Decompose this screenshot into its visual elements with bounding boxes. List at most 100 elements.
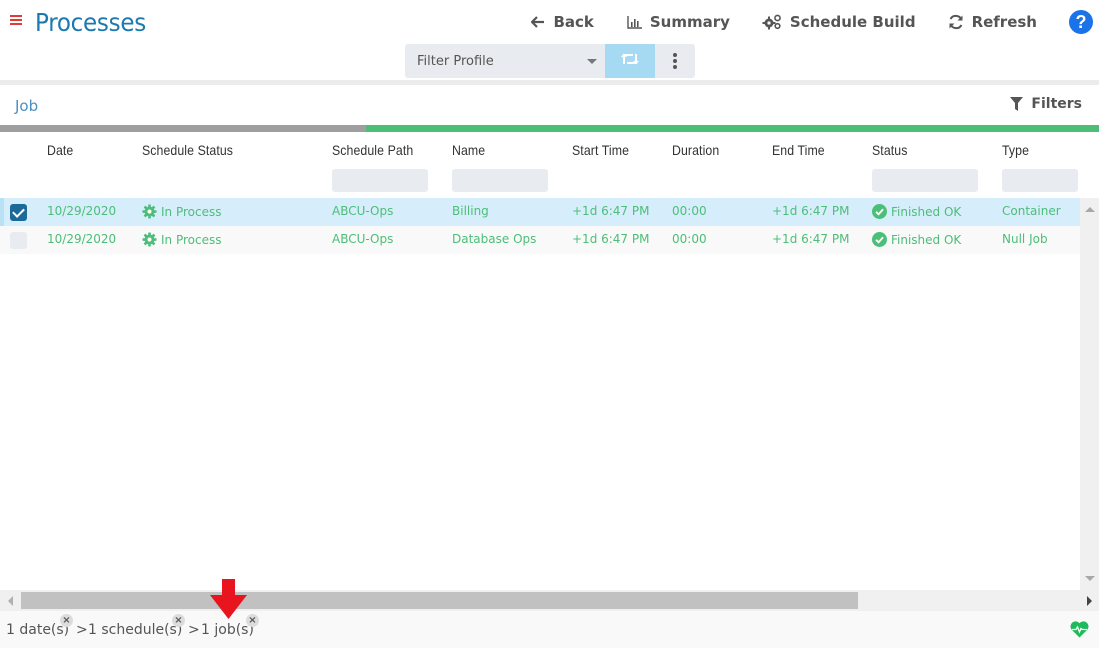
name-filter-input[interactable] [452,169,548,192]
column-header-duration[interactable]: Duration [672,142,719,158]
cell-duration-text: 00:00 [672,232,707,246]
table-row[interactable]: 10/29/2020 In Process ABCU-Ops Database Ops… [0,226,1080,254]
scroll-right-icon[interactable] [1087,596,1092,606]
toolbar: Back Summary Schedule Build Refresh ? [531,8,1099,36]
schedule-path-filter-input[interactable] [332,169,428,192]
arrow-left-icon [531,16,545,28]
type-filter-input[interactable] [1002,169,1078,192]
retweet-icon [620,52,640,71]
toggle-profile-button[interactable] [605,44,655,78]
cell-date-text: 10/29/2020 [47,204,117,218]
cell-status-text: Finished OK [891,232,962,247]
divider [0,80,1099,85]
filter-profile-bar: Filter Profile [405,44,695,78]
breadcrumb-item-schedules[interactable]: 1 schedule(s) [88,622,182,638]
gears-icon [762,14,782,30]
progress-bar [0,125,1099,132]
hamburger-menu-icon[interactable] [10,15,22,25]
cell-duration-text: 00:00 [672,204,707,218]
heartbeat-icon[interactable] [1070,621,1089,638]
cell-type-text: Null Job [1002,232,1048,246]
cell-status: Finished OK [872,232,961,247]
cell-type: Container [1002,204,1061,218]
check-circle-icon [872,204,887,219]
cell-type: Null Job [1002,232,1048,246]
status-filter-input[interactable] [872,169,978,192]
breadcrumb-item-dates[interactable]: 1 date(s) [6,622,69,638]
red-arrow-down-icon [210,579,247,619]
cell-duration: 00:00 [672,232,707,246]
schedule-build-label: Schedule Build [789,13,916,31]
vertical-scrollbar[interactable] [1080,198,1099,590]
cell-name-text: Database Ops [452,232,537,246]
column-header-schedule-status[interactable]: Schedule Status [142,142,233,158]
gear-icon [142,232,157,247]
horizontal-scrollbar[interactable] [0,590,1099,611]
cell-schedule-path: ABCU-Ops [332,232,393,246]
filter-icon [1010,97,1024,111]
back-label: Back [553,13,594,31]
back-button[interactable]: Back [531,13,594,31]
scroll-up-icon[interactable] [1085,207,1095,212]
cell-schedule-path-text: ABCU-Ops [332,204,394,218]
column-header-end-time[interactable]: End Time [772,142,825,158]
breadcrumb-item-jobs[interactable]: 1 job(s) [201,622,254,638]
cell-status-text: Finished OK [891,204,962,219]
cell-date: 10/29/2020 [47,232,116,246]
cell-duration: 00:00 [672,204,707,218]
cell-schedule-path: ABCU-Ops [332,204,393,218]
app-root: Processes Back Summary Schedule Build Re… [0,0,1099,648]
column-header-start-time[interactable]: Start Time [572,142,629,158]
remove-dates-icon[interactable]: × [60,614,73,627]
cell-start-time: +1d 6:47 PM [572,204,649,218]
progress-bar-complete [0,125,366,132]
summary-label: Summary [649,13,730,31]
cell-schedule-status-text: In Process [161,232,222,247]
column-header-type[interactable]: Type [1002,142,1029,158]
filter-profile-value: Filter Profile [417,53,494,69]
section-title: Job [15,97,39,115]
cell-start-time: +1d 6:47 PM [572,232,649,246]
column-header-status[interactable]: Status [872,142,907,158]
cell-date: 10/29/2020 [47,204,116,218]
cell-schedule-path-text: ABCU-Ops [332,232,394,246]
gear-icon [142,204,157,219]
more-vertical-icon [673,52,677,70]
row-checkbox[interactable] [10,232,27,249]
refresh-button[interactable]: Refresh [948,13,1037,31]
column-header-name[interactable]: Name [452,142,485,158]
page-title: Processes [35,8,146,37]
cell-end-time-text: +1d 6:47 PM [772,204,850,218]
cell-name: Database Ops [452,232,536,246]
more-options-button[interactable] [655,44,695,78]
cell-end-time-text: +1d 6:47 PM [772,232,850,246]
cell-type-text: Container [1002,204,1061,218]
breadcrumb-separator: > [76,622,88,638]
cell-status: Finished OK [872,204,961,219]
cell-name-text: Billing [452,204,489,218]
selection-marker [0,198,4,226]
scroll-left-icon[interactable] [8,596,13,606]
row-checkbox[interactable] [10,204,27,221]
cell-date-text: 10/29/2020 [47,232,117,246]
cell-end-time: +1d 6:47 PM [772,232,849,246]
help-icon[interactable]: ? [1069,10,1093,34]
cell-schedule-status-text: In Process [161,204,222,219]
table-row[interactable]: 10/29/2020 In Process ABCU-Ops Billing +1d 6… [0,198,1080,226]
filter-profile-select[interactable]: Filter Profile [405,44,605,78]
summary-button[interactable]: Summary [627,13,730,31]
horizontal-scrollbar-thumb[interactable] [21,592,858,609]
column-header-date[interactable]: Date [47,142,73,158]
cell-end-time: +1d 6:47 PM [772,204,849,218]
header: Processes Back Summary Schedule Build Re… [0,0,1099,44]
remove-schedules-icon[interactable]: × [172,614,185,627]
breadcrumb: 1 date(s) × > 1 schedule(s) × > 1 job(s)… [0,611,1099,648]
refresh-icon [948,14,964,30]
chevron-down-icon [587,59,597,64]
schedule-build-button[interactable]: Schedule Build [762,13,916,31]
scroll-down-icon[interactable] [1085,576,1095,581]
filters-label: Filters [1031,96,1082,112]
column-header-schedule-path[interactable]: Schedule Path [332,142,413,158]
filters-button[interactable]: Filters [1010,96,1082,112]
cell-name: Billing [452,204,489,218]
